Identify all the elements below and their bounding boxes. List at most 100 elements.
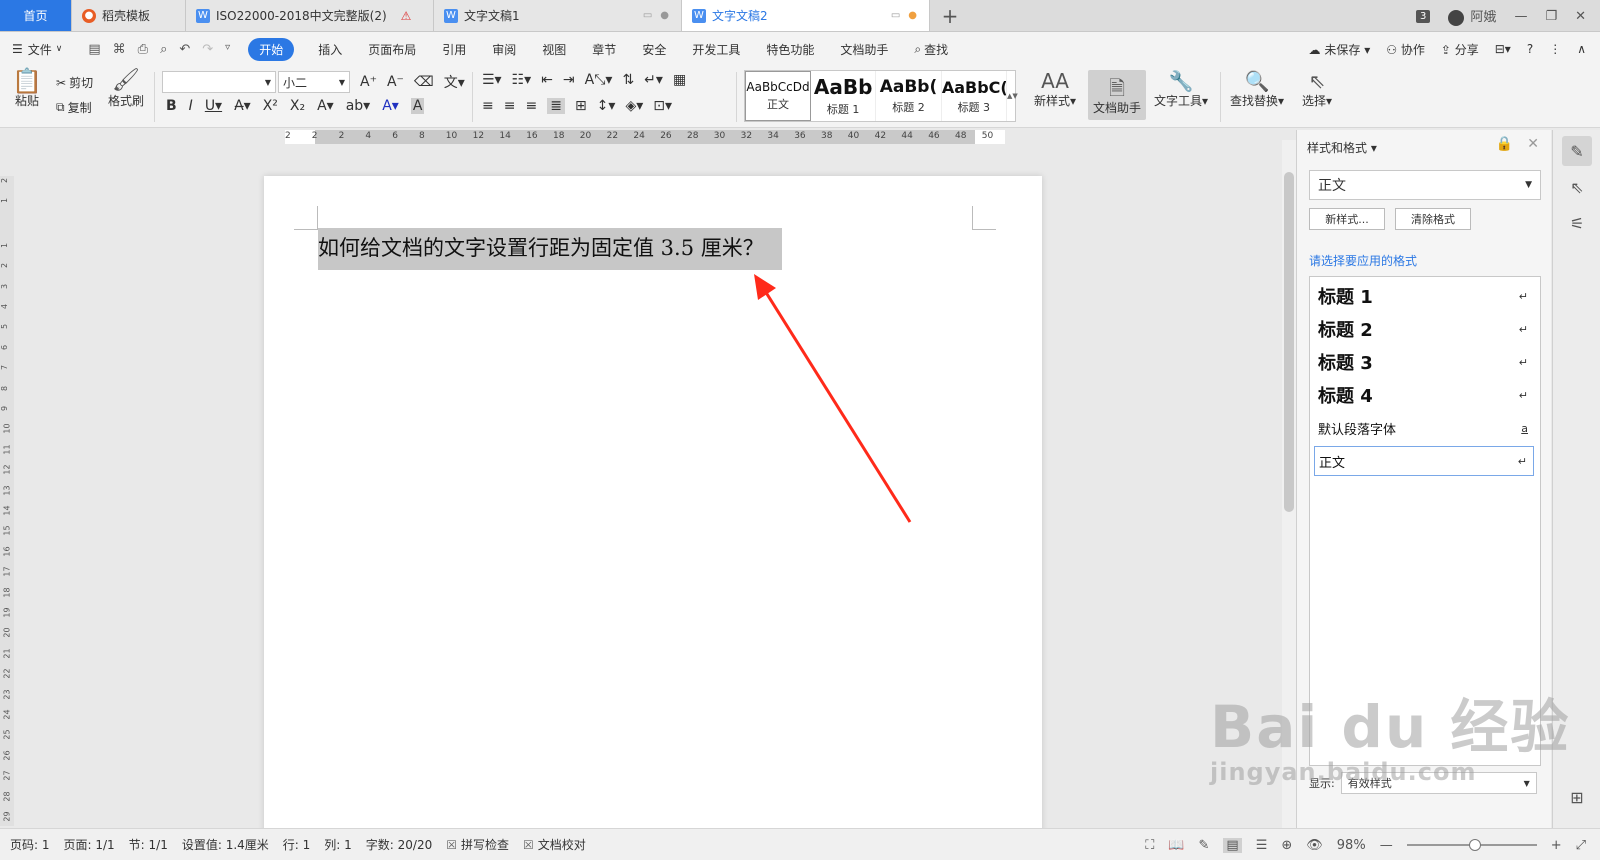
align-center-icon[interactable]: ≡ xyxy=(504,98,516,114)
style-item-default-font[interactable]: 默认段落字体 a xyxy=(1314,413,1534,443)
horizontal-ruler[interactable]: 2 2 2 4 6 8 10 12 14 16 18 20 22 24 26 28 30 32 34 36 38 40 42… xyxy=(285,130,1005,144)
show-marks-icon[interactable]: ↵▾ xyxy=(644,72,663,88)
customize-chevron-icon[interactable]: ▿ xyxy=(225,42,230,57)
menu-tab-home[interactable]: 开始 xyxy=(248,37,295,61)
proofread-toggle[interactable]: 文档校对 xyxy=(523,836,586,853)
numbered-list-icon[interactable]: ☷▾ xyxy=(512,72,532,88)
style-item-heading-1[interactable]: 标题 1 ↵ xyxy=(1314,281,1534,311)
grow-font-icon[interactable]: A⁺ xyxy=(360,74,377,90)
help-icon[interactable]: ? xyxy=(1527,42,1533,56)
file-menu[interactable]: ☰ 文件 ∨ xyxy=(12,41,62,58)
tab-doc-1[interactable]: W 文字文稿1 ▭ ● xyxy=(434,0,682,31)
print-icon[interactable]: ⎙ xyxy=(138,42,148,57)
menu-tab-review[interactable]: 审阅 xyxy=(492,41,516,58)
menu-tab-security[interactable]: 安全 xyxy=(642,41,666,58)
select-button[interactable]: ⇖ 选择▾ xyxy=(1302,70,1332,109)
decrease-indent-icon[interactable]: ⇤ xyxy=(541,72,553,88)
window-count-badge[interactable]: 3 xyxy=(1416,9,1431,23)
menu-tab-developer[interactable]: 开发工具 xyxy=(692,41,740,58)
zoom-in-icon[interactable]: + xyxy=(1551,838,1562,853)
lock-icon[interactable]: 🔒 xyxy=(1496,136,1513,152)
shading-icon[interactable]: ◈▾ xyxy=(625,98,643,114)
status-page-code[interactable]: 页码: 1 xyxy=(10,836,50,853)
expand-icon[interactable]: ⤢ xyxy=(1576,838,1586,853)
web-view-icon[interactable]: ⊕ xyxy=(1281,838,1292,853)
doc-assistant-button[interactable]: 🗎 文档助手 xyxy=(1088,70,1146,120)
print-preview-icon[interactable]: ⌕ xyxy=(160,42,167,57)
zoom-slider-knob[interactable] xyxy=(1468,839,1481,851)
close-dot-icon[interactable]: ● xyxy=(660,10,669,21)
superscript-icon[interactable]: X² xyxy=(263,98,278,114)
fullscreen-icon[interactable]: ⛶ xyxy=(1145,838,1154,853)
user-account[interactable]: 阿娥 xyxy=(1448,6,1496,26)
clear-format-icon[interactable]: ⌫ xyxy=(414,74,434,90)
export-pdf-icon[interactable]: ⌘ xyxy=(113,42,126,57)
cut-button[interactable]: ✂ 剪切 xyxy=(56,74,93,91)
paste-button[interactable]: 📋 粘贴 xyxy=(12,69,42,109)
status-section[interactable]: 节: 1/1 xyxy=(129,836,168,853)
share-button[interactable]: ⇪ 分享 xyxy=(1441,41,1479,58)
increase-indent-icon[interactable]: ⇥ xyxy=(563,72,575,88)
undo-icon[interactable]: ↶ xyxy=(179,42,190,57)
minimize-icon[interactable]: — xyxy=(1514,9,1527,24)
phonetic-icon[interactable]: 文▾ xyxy=(444,72,465,92)
clear-format-button[interactable]: 清除格式 xyxy=(1395,208,1471,230)
redo-icon[interactable]: ↷ xyxy=(202,42,213,57)
italic-icon[interactable]: I xyxy=(189,98,193,114)
align-left-icon[interactable]: ≡ xyxy=(482,98,494,114)
bold-icon[interactable]: B xyxy=(166,98,177,114)
menu-tab-page-layout[interactable]: 页面布局 xyxy=(368,41,416,58)
underline-icon[interactable]: U▾ xyxy=(205,98,222,114)
menu-tab-features[interactable]: 特色功能 xyxy=(766,41,814,58)
select-pointer-icon[interactable]: ⇖ xyxy=(1562,172,1592,202)
style-item-heading-3[interactable]: 标题 3 ↵ xyxy=(1314,347,1534,377)
highlight-icon[interactable]: ab▾ xyxy=(346,98,371,114)
reading-mode-icon[interactable]: 📖 xyxy=(1168,838,1184,853)
line-spacing-icon[interactable]: ↕▾ xyxy=(597,98,616,114)
style-item-heading-4[interactable]: 标题 4 ↵ xyxy=(1314,380,1534,410)
tab-home[interactable]: 首页 xyxy=(0,0,72,31)
shrink-font-icon[interactable]: A⁻ xyxy=(387,74,404,90)
find-replace-button[interactable]: 🔍 查找替换▾ xyxy=(1230,70,1284,109)
bullet-list-icon[interactable]: ☰▾ xyxy=(482,72,502,88)
more-icon[interactable]: ⋮ xyxy=(1549,42,1561,56)
current-style-combo[interactable]: 正文 ▼ xyxy=(1309,170,1541,200)
close-icon[interactable]: ✕ xyxy=(1575,9,1586,24)
border-icon[interactable]: ⊡▾ xyxy=(653,98,672,114)
style-tile-normal[interactable]: AaBbCcDd 正文 xyxy=(745,71,811,121)
menu-tab-view[interactable]: 视图 xyxy=(542,41,566,58)
tab-doc-2[interactable]: W 文字文稿2 ▭ ● xyxy=(682,0,930,31)
style-tile-heading-2[interactable]: AaBb( 标题 2 xyxy=(876,71,942,121)
edit-mode-icon[interactable]: ✎ xyxy=(1199,838,1210,853)
status-pages[interactable]: 页面: 1/1 xyxy=(64,836,115,853)
zoom-out-icon[interactable]: — xyxy=(1380,838,1393,853)
new-style-button[interactable]: AA 新样式▾ xyxy=(1034,70,1076,109)
char-shading-icon[interactable]: A xyxy=(410,98,425,114)
eye-protect-icon[interactable]: 👁 xyxy=(1306,838,1323,853)
style-gallery-scroll[interactable]: ▲▼ xyxy=(1007,71,1018,121)
spell-check-toggle[interactable]: 拼写检查 xyxy=(446,836,509,853)
collapse-ribbon-icon[interactable]: ∧ xyxy=(1577,42,1586,56)
style-tile-heading-1[interactable]: AaBb 标题 1 xyxy=(811,71,877,121)
align-right-icon[interactable]: ≡ xyxy=(525,98,537,114)
vertical-ruler[interactable]: 2 1 1 2 3 4 5 6 7 8 9 10 11 12 13 14 15 16 17 18 19 20 21 22 23 2… xyxy=(0,176,14,826)
unsaved-dot-icon[interactable]: ● xyxy=(908,10,917,21)
style-item-normal[interactable]: 正文 ↵ xyxy=(1314,446,1534,476)
monitor-icon[interactable]: ▭ xyxy=(891,10,900,21)
text-direction-icon[interactable]: A⤡▾ xyxy=(585,72,613,88)
format-painter-button[interactable]: 🖌 格式刷 xyxy=(108,70,144,109)
sort-icon[interactable]: ⇅ xyxy=(622,72,634,88)
style-panel-toggle-icon[interactable]: ✎ xyxy=(1562,136,1592,166)
text-tools-button[interactable]: 🔧 文字工具▾ xyxy=(1154,70,1208,109)
align-justify-icon[interactable]: ≣ xyxy=(547,98,565,114)
collab-button[interactable]: ⚇ 协作 xyxy=(1386,41,1425,58)
table-icon[interactable]: ▦ xyxy=(673,72,686,88)
page-view-icon[interactable]: ▤ xyxy=(1223,837,1242,853)
zoom-level[interactable]: 98% xyxy=(1337,838,1366,853)
tab-template[interactable]: ● 稻壳模板 xyxy=(72,0,186,31)
status-col[interactable]: 列: 1 xyxy=(324,836,352,853)
settings-sliders-icon[interactable]: ⚟ xyxy=(1562,208,1592,238)
restore-icon[interactable]: ❐ xyxy=(1545,9,1557,24)
font-name-combo[interactable]: ▼ xyxy=(162,71,276,93)
tab-doc-iso[interactable]: W ISO22000-2018中文完整版(2) ⚠ xyxy=(186,0,434,31)
